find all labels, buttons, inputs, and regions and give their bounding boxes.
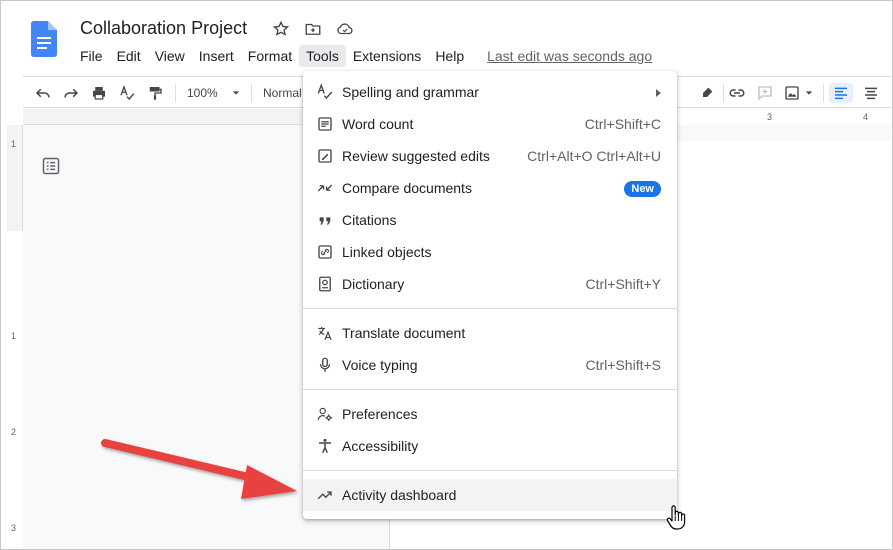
- toolbar-divider: [723, 84, 724, 102]
- menu-item-label: Preferences: [342, 406, 418, 422]
- translate-icon: [315, 323, 335, 343]
- menu-item-review-suggested-edits[interactable]: Review suggested edits Ctrl+Alt+O Ctrl+A…: [303, 140, 677, 172]
- menu-item-translate-document[interactable]: Translate document: [303, 317, 677, 349]
- align-center-icon[interactable]: [859, 83, 883, 103]
- style-select[interactable]: Normal: [263, 83, 303, 103]
- menu-bar: File Edit View Insert Format Tools Exten…: [73, 45, 652, 67]
- ruler-mark: 4: [863, 112, 869, 122]
- spellcheck-icon: [315, 82, 335, 102]
- zoom-select[interactable]: 100%: [187, 83, 243, 103]
- menu-item-preferences[interactable]: Preferences: [303, 398, 677, 430]
- new-badge: New: [624, 181, 661, 197]
- menu-file[interactable]: File: [73, 45, 110, 67]
- add-comment-icon[interactable]: [755, 83, 775, 103]
- menu-item-accessibility[interactable]: Accessibility: [303, 430, 677, 462]
- toolbar-divider: [823, 84, 824, 102]
- accessibility-icon: [315, 436, 335, 456]
- submenu-arrow-icon: [656, 89, 661, 97]
- insert-image-button[interactable]: [783, 83, 817, 103]
- menu-view[interactable]: View: [148, 45, 192, 67]
- menu-divider: [303, 470, 677, 471]
- menu-item-word-count[interactable]: Word count Ctrl+Shift+C: [303, 108, 677, 140]
- paint-format-icon[interactable]: [145, 83, 165, 103]
- menu-item-shortcut: Ctrl+Shift+S: [585, 357, 661, 373]
- menu-extensions[interactable]: Extensions: [346, 45, 428, 67]
- dictionary-icon: [315, 274, 335, 294]
- ruler-mark: 2: [11, 427, 17, 437]
- tools-menu: Spelling and grammar Word count Ctrl+Shi…: [303, 71, 677, 519]
- menu-insert[interactable]: Insert: [192, 45, 241, 67]
- menu-item-dictionary[interactable]: Dictionary Ctrl+Shift+Y: [303, 268, 677, 300]
- title-actions: [271, 19, 355, 39]
- print-icon[interactable]: [89, 83, 109, 103]
- menu-item-activity-dashboard[interactable]: Activity dashboard: [303, 479, 677, 511]
- menu-tools[interactable]: Tools: [299, 45, 346, 67]
- menu-item-label: Linked objects: [342, 244, 432, 260]
- menu-item-shortcut: Ctrl+Shift+C: [584, 116, 661, 132]
- toolbar-divider: [251, 84, 252, 102]
- ruler-mark: 1: [11, 331, 17, 341]
- document-title[interactable]: Collaboration Project: [80, 18, 247, 39]
- ruler-mark: 1: [11, 139, 17, 149]
- image-icon: [785, 86, 799, 100]
- menu-item-label: Translate document: [342, 325, 466, 341]
- menu-edit[interactable]: Edit: [110, 45, 148, 67]
- vertical-ruler[interactable]: 1 1 2 3: [7, 125, 23, 549]
- quote-icon: [315, 210, 335, 230]
- menu-item-label: Citations: [342, 212, 397, 228]
- undo-icon[interactable]: [33, 83, 53, 103]
- cloud-status-icon[interactable]: [335, 19, 355, 39]
- insert-link-icon[interactable]: [727, 83, 747, 103]
- menu-format[interactable]: Format: [241, 45, 299, 67]
- menu-item-label: Activity dashboard: [342, 487, 457, 503]
- preferences-icon: [315, 404, 335, 424]
- menu-help[interactable]: Help: [428, 45, 471, 67]
- hand-cursor-icon: [666, 505, 686, 530]
- trending-up-icon: [315, 485, 335, 505]
- ruler-mark: 3: [11, 523, 17, 533]
- star-icon[interactable]: [271, 19, 291, 39]
- menu-item-citations[interactable]: Citations: [303, 204, 677, 236]
- spellcheck-toolbar-icon[interactable]: [117, 83, 137, 103]
- menu-item-label: Accessibility: [342, 438, 419, 454]
- menu-divider: [303, 389, 677, 390]
- chevron-down-icon: [232, 91, 239, 95]
- word-count-icon: [315, 114, 335, 134]
- menu-item-shortcut: Ctrl+Alt+O Ctrl+Alt+U: [527, 148, 661, 164]
- docs-logo-icon[interactable]: [31, 21, 57, 57]
- highlight-pen-icon[interactable]: [697, 83, 717, 103]
- move-folder-icon[interactable]: [303, 19, 323, 39]
- docs-window: Collaboration Project File Edit View Ins…: [0, 0, 893, 550]
- zoom-value: 100%: [187, 86, 218, 100]
- menu-item-linked-objects[interactable]: Linked objects: [303, 236, 677, 268]
- annotation-arrow-icon: [101, 439, 297, 499]
- ruler-mark: 3: [767, 112, 773, 122]
- menu-item-spelling-grammar[interactable]: Spelling and grammar: [303, 76, 677, 108]
- chevron-down-icon: [805, 91, 813, 95]
- menu-divider: [303, 308, 677, 309]
- ruler-page-area: [7, 231, 23, 549]
- toolbar-divider: [175, 84, 176, 102]
- menu-item-voice-typing[interactable]: Voice typing Ctrl+Shift+S: [303, 349, 677, 381]
- menu-item-compare-documents[interactable]: Compare documents New: [303, 172, 677, 204]
- document-outline-icon[interactable]: [41, 156, 61, 176]
- redo-icon[interactable]: [61, 83, 81, 103]
- menu-item-label: Spelling and grammar: [342, 84, 479, 100]
- microphone-icon: [315, 355, 335, 375]
- compare-icon: [315, 178, 335, 198]
- link-objects-icon: [315, 242, 335, 262]
- align-left-icon[interactable]: [829, 83, 853, 103]
- review-edits-icon: [315, 146, 335, 166]
- menu-item-shortcut: Ctrl+Shift+Y: [585, 276, 661, 292]
- last-edit-link[interactable]: Last edit was seconds ago: [487, 48, 652, 64]
